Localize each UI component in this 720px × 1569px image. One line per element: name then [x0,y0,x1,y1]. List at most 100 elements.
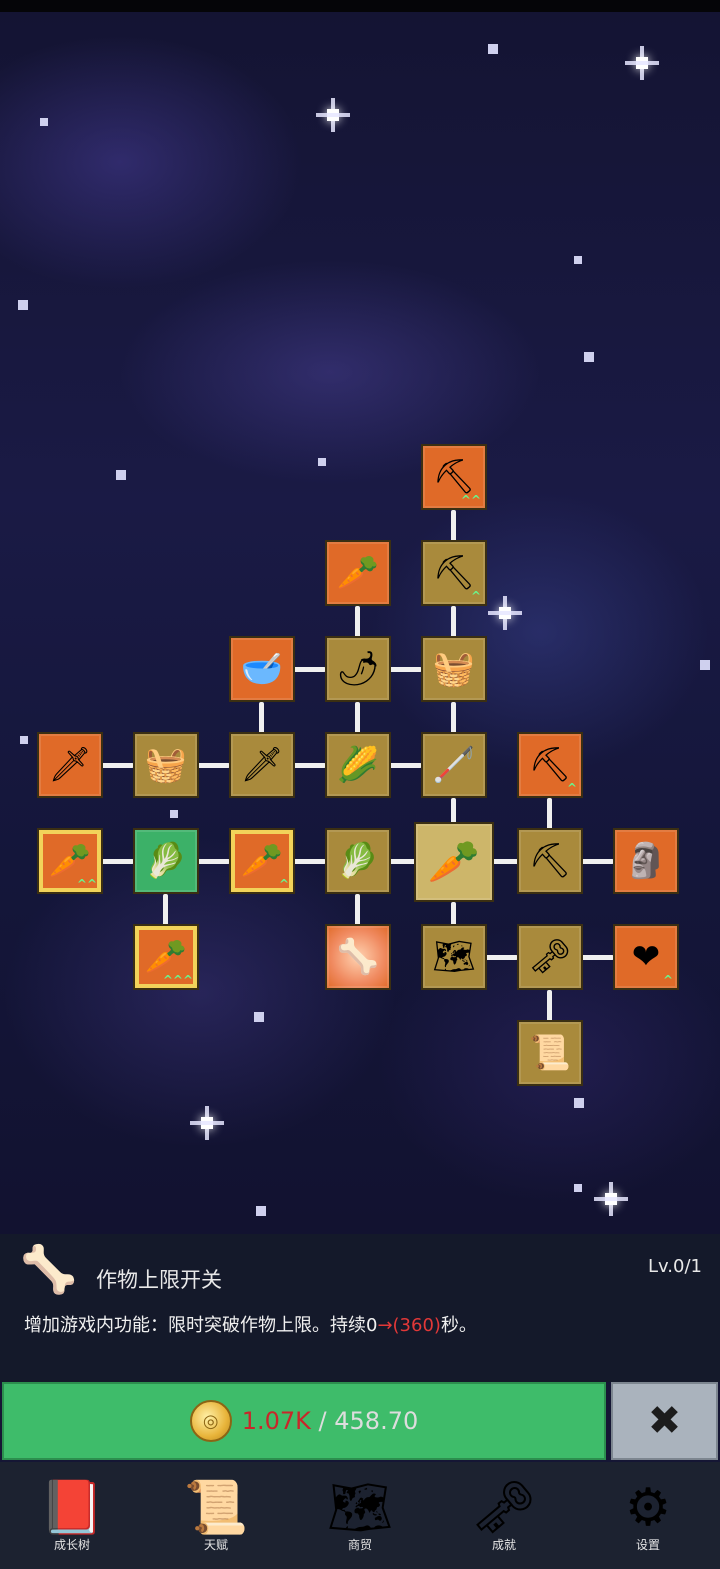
price-label: 1.07K / 458.70 [242,1407,419,1435]
status-bar [0,0,720,12]
corn-icon: 🌽 [336,745,380,785]
bone-stick-icon: 🦴 [336,937,380,977]
chest-icon: 🧺 [144,745,188,785]
tree-connector [388,763,422,768]
upgrade-arrows-icon: ^^^ [162,973,193,988]
bone-stick-icon: 🦴 [20,1242,78,1296]
radish-icon: 🥕 [336,553,380,593]
stick-icon: 🦯 [432,745,476,785]
skill-node-carrot[interactable]: 🥕 ^^ [37,828,103,894]
skill-node-pickaxe[interactable]: ⛏ [517,828,583,894]
nav-item-talent[interactable]: 📜 天赋 [144,1462,288,1569]
carrot-icon: 🥕 [48,841,92,881]
nav-item-growth-tree[interactable]: 📕 成长树 [0,1462,144,1569]
skill-node-sword[interactable]: 🗡 [229,732,295,798]
close-icon: ✖ [647,1398,682,1444]
nav-item-achievement[interactable]: 🗝 成就 [432,1462,576,1569]
tree-connector [292,667,326,672]
key-icon: 🗝 [470,1478,537,1538]
skill-title: 作物上限开关 [96,1268,222,1292]
bowl-icon: 🥣 [240,649,284,689]
nav-label: 成就 [491,1538,516,1552]
skill-node-chest[interactable]: 🧺 [421,636,487,702]
tree-connector [547,798,552,830]
nav-item-trade[interactable]: 🗺 商贸 [288,1462,432,1569]
tree-connector [292,859,326,864]
skill-level: Lv.0/1 [648,1256,702,1277]
tree-connector [196,859,230,864]
tree-connector [451,902,456,926]
tree-connector [292,763,326,768]
tree-connector [259,702,264,734]
scroll-icon: 📜 [528,1033,572,1073]
upgrade-arrows-icon: ^ [566,781,577,796]
description-suffix: 秒。 [440,1315,477,1336]
pickaxe-icon: ⛏ [528,841,572,881]
upgrade-arrows-icon: ^ [278,877,289,892]
skill-node-carrot[interactable]: 🥕 ^^^ [133,924,199,990]
pickaxe-icon: ⛏ [528,745,572,785]
tree-connector [355,702,360,734]
tree-connector [451,510,456,542]
skill-node-shovel[interactable]: ⛏ ^^ [421,444,487,510]
skill-node-corn[interactable]: 🌽 [325,732,391,798]
tree-connector [355,606,360,638]
gear-icon: ⚙ [624,1478,672,1538]
skill-node-heart[interactable]: ❤ ^ [613,924,679,990]
skill-node-radish[interactable]: 🥕 [325,540,391,606]
tree-connector [100,859,134,864]
skill-node-stick[interactable]: 🦯 [421,732,487,798]
skill-node-sword[interactable]: 🗡 [37,732,103,798]
skill-node-cabbage[interactable]: 🥬 [133,828,199,894]
key-icon: 🗝 [528,937,572,977]
skill-node-carrot-selected[interactable]: 🥕 [414,822,494,902]
skill-node-key[interactable]: 🗝 [517,924,583,990]
tree-connector [580,955,614,960]
tree-connector [388,667,422,672]
skill-tree: ⛏ ^^ 🥕 ⛏ ^ 🥣 🌶 🧺 🗡 🧺 🗡 🌽 🦯 ⛏ ^ 🥕 ^^ 🥬 🥕 ^ 🥬 🥕… [0,12,720,1234]
skill-node-bone-stick[interactable]: 🦴 [325,924,391,990]
skill-node-map[interactable]: 🗺 [421,924,487,990]
shovel-icon: ⛏ [432,553,476,593]
map-icon: 🗺 [326,1478,393,1538]
nav-label: 成长树 [53,1538,90,1552]
skill-node-cabbage[interactable]: 🥬 [325,828,391,894]
chili-pepper-icon: 🌶 [336,649,380,689]
tree-connector [451,798,456,824]
skill-node-statue[interactable]: 🗿 [613,828,679,894]
skill-node-bowl[interactable]: 🥣 [229,636,295,702]
close-button[interactable]: ✖ [611,1382,718,1460]
cabbage-icon: 🥬 [144,841,188,881]
nav-label: 设置 [635,1538,660,1552]
skill-node-shovel[interactable]: ⛏ ^ [421,540,487,606]
description-highlight: →(360) [377,1315,441,1336]
carrot-icon: 🥕 [240,841,284,881]
skill-node-carrot[interactable]: 🥕 ^ [229,828,295,894]
nav-label: 商贸 [347,1538,372,1552]
upgrade-cost: 1.07K [241,1407,311,1435]
tree-connector [580,859,614,864]
tree-connector [196,763,230,768]
upgrade-arrows-icon: ^^ [460,493,481,508]
skill-description: 增加游戏内功能：限时突破作物上限。持续0→(360)秒。 [24,1311,477,1337]
cabbage-icon: 🥬 [336,841,380,881]
upgrade-button[interactable]: ◎ 1.07K / 458.70 [2,1382,606,1460]
description-text: 增加游戏内功能：限时突破作物上限。持续0 [24,1315,378,1336]
sword-icon: 🗡 [48,745,92,785]
carrot-icon: 🥕 [427,837,481,886]
coin-icon: ◎ [189,1400,232,1442]
tree-connector [100,763,134,768]
shovel-icon: ⛏ [432,457,476,497]
statue-icon: 🗿 [624,841,668,881]
skill-node-chili[interactable]: 🌶 [325,636,391,702]
upgrade-arrows-icon: ^ [662,973,673,988]
skill-node-scroll[interactable]: 📜 [517,1020,583,1086]
nav-item-settings[interactable]: ⚙ 设置 [576,1462,720,1569]
skill-node-pickaxe[interactable]: ⛏ ^ [517,732,583,798]
book-icon: 📕 [39,1478,105,1538]
skill-node-chest[interactable]: 🧺 [133,732,199,798]
tree-connector [163,894,168,926]
scroll-icon: 📜 [183,1478,249,1538]
tree-connector [492,859,520,864]
upgrade-arrows-icon: ^^ [76,877,97,892]
